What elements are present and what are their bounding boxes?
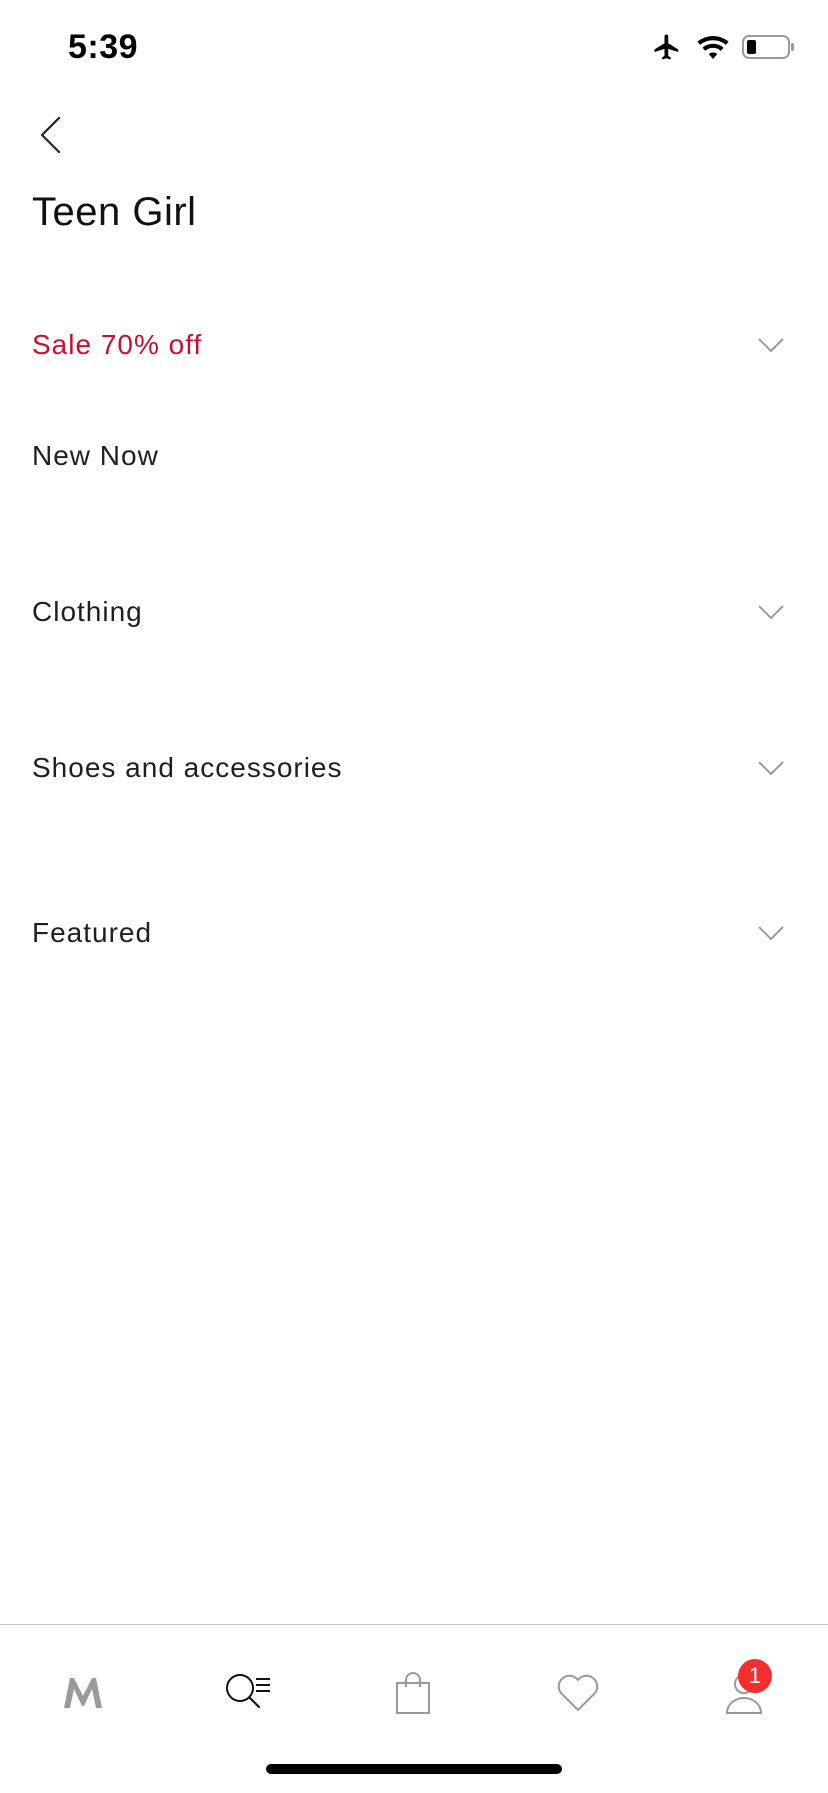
menu-item-new-now[interactable]: New Now	[0, 421, 828, 491]
user-icon: 1	[724, 1658, 772, 1720]
menu-item-sale[interactable]: Sale 70% off	[0, 310, 828, 380]
tab-bag[interactable]	[373, 1665, 453, 1725]
battery-icon	[742, 34, 796, 60]
search-menu-icon	[223, 1671, 273, 1720]
status-bar: 5:39	[0, 0, 828, 100]
chevron-down-icon	[758, 338, 784, 353]
status-time: 5:39	[68, 28, 139, 66]
menu-item-label: Shoes and accessories	[32, 752, 343, 783]
back-button[interactable]	[28, 112, 72, 162]
menu-item-shoes-accessories[interactable]: Shoes and accessories	[0, 733, 828, 803]
menu-item-label: Clothing	[32, 596, 143, 627]
tab-account[interactable]: 1	[704, 1658, 784, 1725]
chevron-down-icon	[758, 605, 784, 620]
airplane-icon	[650, 32, 684, 62]
chevron-left-icon	[37, 115, 63, 160]
status-icons	[650, 32, 796, 62]
wifi-icon	[696, 34, 730, 60]
chevron-down-icon	[758, 926, 784, 941]
chevron-down-icon	[758, 761, 784, 776]
home-indicator	[266, 1764, 562, 1774]
shopping-bag-icon	[394, 1671, 432, 1720]
logo-m-icon	[62, 1676, 104, 1715]
tab-wishlist[interactable]	[538, 1665, 618, 1725]
menu-item-label: Sale 70% off	[32, 329, 203, 360]
tab-search[interactable]	[208, 1665, 288, 1725]
menu-item-label: Featured	[32, 917, 153, 948]
notification-badge: 1	[738, 1658, 772, 1693]
tab-home[interactable]	[43, 1665, 123, 1725]
page-title: Teen Girl	[32, 190, 197, 234]
menu-item-label: New Now	[32, 440, 159, 471]
heart-icon	[556, 1673, 600, 1718]
menu-item-clothing[interactable]: Clothing	[0, 577, 828, 647]
menu-item-featured[interactable]: Featured	[0, 898, 828, 968]
